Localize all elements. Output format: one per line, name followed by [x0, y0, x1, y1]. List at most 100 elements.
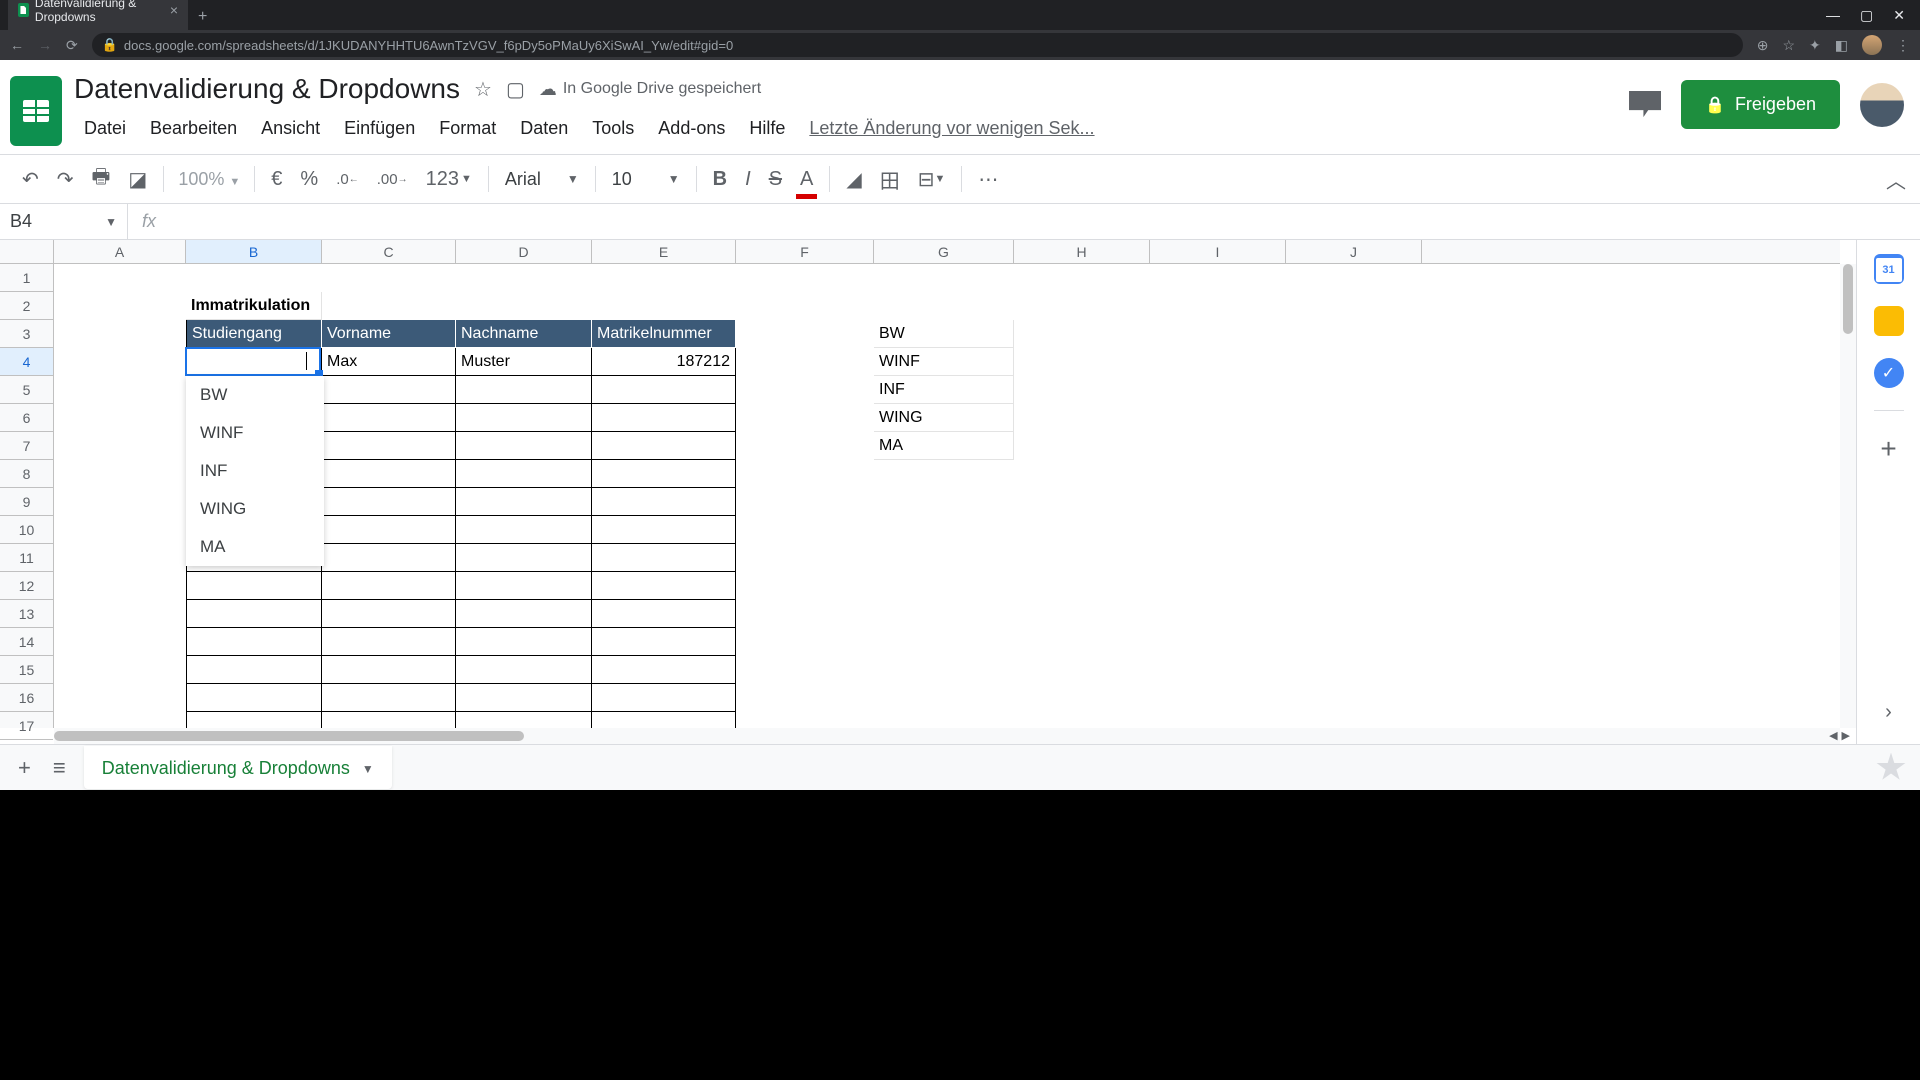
- table-cell[interactable]: [456, 516, 592, 544]
- currency-icon[interactable]: €: [263, 162, 290, 197]
- menu-datei[interactable]: Datei: [74, 114, 136, 143]
- table-cell[interactable]: [592, 376, 736, 404]
- account-avatar[interactable]: [1860, 83, 1904, 127]
- number-format-select[interactable]: 123▼: [418, 162, 480, 197]
- menu-daten[interactable]: Daten: [510, 114, 578, 143]
- table-cell[interactable]: [456, 684, 592, 712]
- row-header-14[interactable]: 14: [0, 628, 53, 656]
- puzzle-icon[interactable]: ◧: [1835, 37, 1848, 54]
- menu-icon[interactable]: ⋮: [1896, 37, 1910, 54]
- row-header-7[interactable]: 7: [0, 432, 53, 460]
- dropdown-option[interactable]: WINF: [186, 414, 324, 452]
- table-header[interactable]: Matrikelnummer: [592, 320, 736, 348]
- add-sheet-icon[interactable]: +: [14, 751, 35, 785]
- collapse-toolbar-icon[interactable]: ︿: [1886, 165, 1906, 194]
- reload-icon[interactable]: ⟳: [66, 37, 78, 54]
- cell-matrikel[interactable]: 187212: [592, 348, 736, 376]
- percent-icon[interactable]: %: [292, 162, 326, 197]
- table-cell[interactable]: [592, 488, 736, 516]
- dropdown-option[interactable]: BW: [186, 376, 324, 414]
- sheet-tab[interactable]: Datenvalidierung & Dropdowns ▼: [84, 746, 392, 789]
- row-header-11[interactable]: 11: [0, 544, 53, 572]
- row-header-10[interactable]: 10: [0, 516, 53, 544]
- strikethrough-icon[interactable]: S: [761, 162, 790, 197]
- all-sheets-icon[interactable]: ≡: [49, 751, 70, 785]
- column-header-F[interactable]: F: [736, 240, 874, 263]
- keep-sidepanel-icon[interactable]: [1874, 306, 1904, 336]
- share-button[interactable]: Freigeben: [1681, 80, 1840, 129]
- font-size-select[interactable]: 10▼: [604, 169, 688, 190]
- row-header-1[interactable]: 1: [0, 264, 53, 292]
- forward-icon[interactable]: →: [38, 37, 52, 53]
- validation-value[interactable]: MA: [874, 432, 1014, 460]
- column-header-A[interactable]: A: [54, 240, 186, 263]
- comments-icon[interactable]: [1629, 91, 1661, 119]
- table-header[interactable]: Nachname: [456, 320, 592, 348]
- column-header-G[interactable]: G: [874, 240, 1014, 263]
- row-header-8[interactable]: 8: [0, 460, 53, 488]
- formula-bar[interactable]: [170, 204, 1920, 239]
- new-tab-button[interactable]: +: [188, 4, 217, 30]
- close-tab-icon[interactable]: ×: [170, 2, 178, 18]
- horizontal-scrollbar[interactable]: [54, 728, 1840, 744]
- maximize-icon[interactable]: ▢: [1860, 7, 1873, 24]
- row-header-17[interactable]: 17: [0, 712, 53, 740]
- bookmark-icon[interactable]: ☆: [1782, 37, 1795, 54]
- paint-format-icon[interactable]: ◪: [120, 161, 155, 198]
- column-header-B[interactable]: B: [186, 240, 322, 263]
- table-cell[interactable]: [322, 544, 456, 572]
- table-cell[interactable]: [322, 516, 456, 544]
- table-cell[interactable]: [186, 628, 322, 656]
- table-cell[interactable]: [322, 432, 456, 460]
- dropdown-option[interactable]: INF: [186, 452, 324, 490]
- font-select[interactable]: Arial▼: [497, 169, 587, 190]
- table-cell[interactable]: [592, 684, 736, 712]
- zoom-icon[interactable]: ⊕: [1757, 37, 1769, 54]
- table-cell[interactable]: [456, 404, 592, 432]
- table-cell[interactable]: [592, 656, 736, 684]
- validation-dropdown[interactable]: BWWINFINFWINGMA: [186, 376, 324, 566]
- table-cell[interactable]: [322, 572, 456, 600]
- table-cell[interactable]: [322, 488, 456, 516]
- table-cell[interactable]: [456, 544, 592, 572]
- row-header-4[interactable]: 4: [0, 348, 53, 376]
- menu-addons[interactable]: Add-ons: [648, 114, 735, 143]
- extensions-icon[interactable]: ✦: [1809, 37, 1821, 54]
- row-header-6[interactable]: 6: [0, 404, 53, 432]
- column-header-D[interactable]: D: [456, 240, 592, 263]
- sheets-logo[interactable]: [10, 76, 62, 146]
- column-header-C[interactable]: C: [322, 240, 456, 263]
- row-header-9[interactable]: 9: [0, 488, 53, 516]
- select-all-corner[interactable]: [0, 240, 54, 264]
- row-header-2[interactable]: 2: [0, 292, 53, 320]
- document-title[interactable]: Datenvalidierung & Dropdowns: [74, 73, 460, 105]
- menu-einfuegen[interactable]: Einfügen: [334, 114, 425, 143]
- row-header-13[interactable]: 13: [0, 600, 53, 628]
- expand-sidepanel-icon[interactable]: ›: [1885, 701, 1892, 724]
- table-cell[interactable]: [456, 572, 592, 600]
- row-header-16[interactable]: 16: [0, 684, 53, 712]
- validation-value[interactable]: BW: [874, 320, 1014, 348]
- calendar-sidepanel-icon[interactable]: [1874, 254, 1904, 284]
- table-cell[interactable]: [322, 376, 456, 404]
- cell-b4[interactable]: [186, 348, 322, 376]
- table-cell[interactable]: [186, 572, 322, 600]
- table-cell[interactable]: [186, 656, 322, 684]
- scroll-right-icon[interactable]: ▶: [1842, 729, 1850, 742]
- profile-avatar[interactable]: [1862, 35, 1882, 55]
- table-cell[interactable]: [592, 432, 736, 460]
- table-cell[interactable]: [456, 460, 592, 488]
- back-icon[interactable]: ←: [10, 37, 24, 53]
- text-color-icon[interactable]: A: [792, 162, 821, 197]
- menu-bearbeiten[interactable]: Bearbeiten: [140, 114, 247, 143]
- zoom-select[interactable]: 100% ▼: [172, 169, 246, 190]
- column-header-E[interactable]: E: [592, 240, 736, 263]
- table-cell[interactable]: [322, 460, 456, 488]
- row-header-3[interactable]: 3: [0, 320, 53, 348]
- table-header[interactable]: Vorname: [322, 320, 456, 348]
- menu-hilfe[interactable]: Hilfe: [739, 114, 795, 143]
- table-cell[interactable]: [456, 432, 592, 460]
- dropdown-option[interactable]: MA: [186, 528, 324, 566]
- column-header-H[interactable]: H: [1014, 240, 1150, 263]
- cell-nachname[interactable]: Muster: [456, 348, 592, 376]
